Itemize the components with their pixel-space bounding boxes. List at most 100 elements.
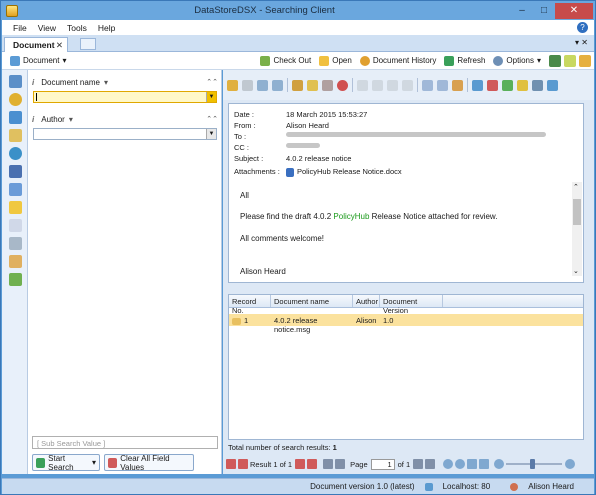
col-record-no[interactable]: Record No. [229, 295, 271, 315]
scroll-up-icon[interactable]: ⌃ [573, 183, 579, 191]
pen-light-icon[interactable] [547, 79, 558, 91]
copy-icon[interactable] [9, 219, 22, 232]
start-search-button[interactable]: Start Search ▾ [32, 454, 100, 472]
open-folder-icon [319, 55, 330, 66]
page-number-input[interactable]: 1 [370, 458, 395, 470]
edit-icon[interactable] [9, 255, 22, 268]
collapse-icon[interactable]: ⌃⌃ [206, 78, 218, 86]
first-page-icon[interactable] [323, 459, 334, 469]
menu-file[interactable]: File [13, 23, 27, 33]
total-results-count: 1 [332, 443, 337, 452]
tree-icon[interactable] [9, 273, 22, 286]
prev-page-icon[interactable] [335, 459, 346, 469]
menu-help[interactable]: Help [98, 23, 115, 33]
copy-icon[interactable] [372, 79, 383, 91]
refresh-button[interactable]: Refresh [444, 55, 485, 66]
lock-icon[interactable] [9, 129, 22, 142]
rotate-left-icon[interactable] [422, 79, 433, 91]
search-db-icon[interactable] [9, 75, 22, 88]
check-out-button[interactable]: Check Out [260, 55, 311, 66]
message-scrollbar[interactable]: ⌃ ⌄ [572, 182, 582, 276]
cut-icon[interactable] [387, 79, 398, 91]
col-document-name[interactable]: Document name [271, 295, 353, 307]
pen-red-icon[interactable] [487, 79, 498, 91]
minimize-button[interactable]: – [511, 2, 533, 19]
global-search-icon[interactable] [9, 93, 22, 106]
rotate-right-icon[interactable] [437, 79, 448, 91]
layout-split-icon[interactable] [564, 54, 576, 67]
delete-icon[interactable] [337, 79, 348, 91]
zoom-slider-thumb[interactable] [530, 459, 536, 469]
document-list-icon[interactable] [9, 183, 22, 196]
zoom-slider[interactable] [506, 459, 563, 469]
pencil-icon[interactable] [242, 79, 253, 91]
paste-icon[interactable] [402, 79, 413, 91]
pen-gray-icon[interactable] [532, 79, 543, 91]
chevron-down-icon[interactable]: ▾ [69, 115, 73, 124]
last-page-icon[interactable] [425, 459, 436, 469]
scroll-thumb[interactable] [573, 199, 581, 225]
table-row[interactable]: 1 4.0.2 release notice.msg Alison 1.0 [229, 314, 583, 334]
next-page-icon[interactable] [413, 459, 424, 469]
body-line-1: Please find the draft 4.0.2 PolicyHub Re… [240, 212, 498, 221]
sub-search-input[interactable]: [ Sub Search Value ] [32, 436, 218, 449]
tab-controls[interactable]: ▾ ✕ [575, 38, 588, 47]
db-icon[interactable] [9, 111, 22, 124]
save-icon[interactable] [9, 165, 22, 178]
close-tab-icon[interactable]: ✕ [56, 40, 63, 51]
web-icon[interactable] [9, 147, 22, 160]
last-result-icon[interactable] [307, 459, 318, 469]
stamp-icon[interactable] [307, 79, 318, 91]
document-name-input[interactable]: ▼ [33, 91, 217, 103]
to-label: To : [234, 132, 247, 141]
pen-green-icon[interactable] [502, 79, 513, 91]
clear-all-fields-button[interactable]: Clear All Field Values [104, 454, 194, 472]
next-result-icon[interactable] [295, 459, 306, 469]
col-author[interactable]: Author [353, 295, 380, 307]
fit-width-icon[interactable] [479, 459, 490, 469]
zoom-in-circle-icon[interactable] [565, 459, 576, 469]
scroll-down-icon[interactable]: ⌄ [573, 267, 579, 275]
author-input[interactable]: ▼ [33, 128, 217, 140]
zoom-out-circle-icon[interactable] [494, 459, 505, 469]
document-dropdown[interactable]: Document ▾ [10, 55, 66, 66]
combo-dropdown-button[interactable]: ▼ [206, 129, 216, 139]
folder-icon[interactable] [9, 201, 22, 214]
document-history-button[interactable]: Document History [359, 55, 436, 66]
erase-icon[interactable] [322, 79, 333, 91]
page-icon[interactable] [357, 79, 368, 91]
open-button[interactable]: Open [319, 55, 352, 66]
highlight-icon[interactable] [452, 79, 463, 91]
tab-document[interactable]: Document ✕ [4, 37, 68, 53]
chevron-down-icon[interactable]: ▾ [104, 78, 108, 87]
annotate-icon[interactable] [292, 79, 303, 91]
date-row: Date : 18 March 2015 15:53:27 [234, 110, 367, 119]
title-bar[interactable]: DataStoreDSX - Searching Client – □ ✕ [1, 1, 595, 20]
collapse-icon[interactable]: ⌃⌃ [206, 115, 218, 123]
document-dropdown-label: Document [23, 56, 60, 65]
undo-icon[interactable] [443, 459, 454, 469]
attachment-link[interactable]: PolicyHub Release Notice.docx [286, 167, 402, 177]
pen-yellow-icon[interactable] [517, 79, 528, 91]
options-button[interactable]: Options ▾ [493, 55, 541, 66]
fit-page-icon[interactable] [467, 459, 478, 469]
first-result-icon[interactable] [226, 459, 236, 469]
zoom-out-icon[interactable] [272, 79, 283, 91]
prev-result-icon[interactable] [238, 459, 248, 469]
help-icon[interactable]: ? [577, 22, 588, 33]
layout-preview-icon[interactable] [579, 54, 591, 67]
menu-view[interactable]: View [38, 23, 56, 33]
maximize-button[interactable]: □ [533, 2, 555, 19]
menu-tools[interactable]: Tools [67, 23, 87, 33]
pen-blue-icon[interactable] [472, 79, 483, 91]
close-window-button[interactable]: ✕ [555, 2, 593, 19]
print-icon[interactable] [9, 237, 22, 250]
col-document-version[interactable]: Document Version [380, 295, 443, 315]
layout-icon[interactable] [549, 54, 561, 67]
zoom-in-icon[interactable] [257, 79, 268, 91]
combo-dropdown-button[interactable]: ▼ [206, 92, 216, 102]
new-tab-globe-icon[interactable] [80, 38, 96, 50]
redo-icon[interactable] [455, 459, 466, 469]
view-icon[interactable] [227, 79, 238, 91]
document-view-panel: Date : 18 March 2015 15:53:27 From : Ali… [223, 70, 594, 474]
